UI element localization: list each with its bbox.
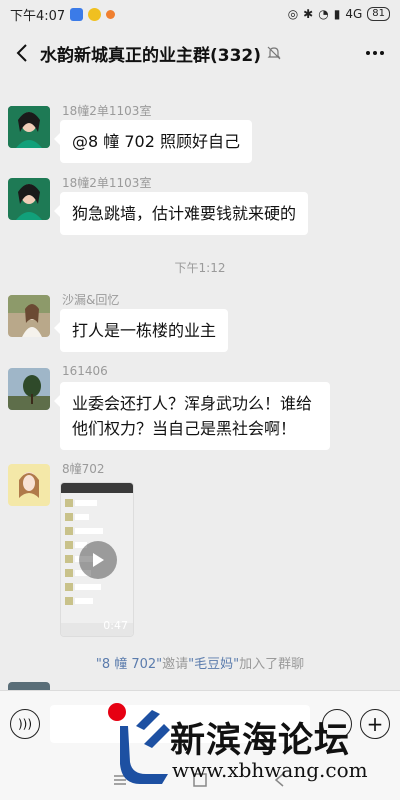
- site-watermark: 新滨海论坛 www.xbhwang.com: [100, 700, 400, 790]
- avatar[interactable]: [8, 464, 50, 506]
- avatar[interactable]: [8, 295, 50, 337]
- avatar-photo: [8, 106, 50, 148]
- avatar-photo: [8, 464, 50, 506]
- avatar[interactable]: [8, 106, 50, 148]
- voice-icon: ))): [17, 717, 33, 731]
- invitee-link[interactable]: "毛豆妈": [188, 657, 239, 672]
- qq-icon: [88, 7, 102, 21]
- chevron-left-icon: [16, 44, 27, 62]
- chat-header: 水韵新城真正的业主群(332): [0, 28, 400, 78]
- status-bar: 下午4:07 ◎ ✱ ◔ ▮ 4G 81: [0, 0, 400, 28]
- mute-icon: [267, 46, 281, 60]
- message-bubble[interactable]: 打人是一栋楼的业主: [53, 309, 229, 352]
- watermark-site-name: 新滨海论坛: [170, 721, 351, 761]
- avatar-photo: [8, 295, 50, 337]
- app-notification-icon: [70, 7, 84, 21]
- avatar[interactable]: [8, 368, 50, 410]
- video-message[interactable]: 0:47: [60, 482, 134, 637]
- status-time: 下午4:07: [10, 8, 66, 24]
- watermark-logo-icon: [108, 703, 170, 784]
- more-icon: [366, 51, 384, 55]
- avatar-photo: [8, 368, 50, 410]
- hotspot-icon: ◎: [287, 7, 299, 21]
- chat-message-list[interactable]: 18幢2单1103室 @8 幢 702 照顾好自己 18幢2单1103室 狗急跳…: [0, 78, 400, 690]
- sender-name: 161406: [62, 364, 108, 378]
- sender-name: 18幢2单1103室: [62, 176, 152, 190]
- network-type: 4G: [345, 7, 363, 21]
- play-button[interactable]: [79, 541, 117, 579]
- video-duration: 0:47: [103, 619, 128, 632]
- alarm-icon: ◔: [318, 7, 329, 21]
- weibo-icon: [106, 9, 116, 19]
- sender-name: 沙漏&回忆: [62, 293, 120, 307]
- sender-name: 18幢2单1103室: [62, 104, 152, 118]
- back-button[interactable]: [10, 41, 34, 65]
- message-bubble[interactable]: @8 幢 702 照顾好自己: [54, 120, 252, 163]
- play-icon: [93, 553, 104, 567]
- join-action: 加入了群聊: [239, 657, 305, 672]
- system-notice: "8 幢 702"邀请"毛豆妈"加入了群聊: [0, 653, 400, 672]
- bluetooth-icon: ✱: [303, 7, 314, 21]
- message-bubble[interactable]: 狗急跳墙，估计难要钱就来硬的: [53, 192, 309, 235]
- message-bubble[interactable]: 业委会还打人？浑身武功么！谁给他们权力？当自己是黑社会啊！: [54, 382, 330, 450]
- more-options-button[interactable]: [360, 38, 390, 68]
- battery-icon: 81: [367, 7, 390, 21]
- watermark-url: www.xbhwang.com: [172, 758, 368, 782]
- voice-input-button[interactable]: ))): [10, 709, 40, 739]
- time-separator: 下午1:12: [174, 261, 226, 275]
- sender-name: 8幢702: [62, 462, 105, 476]
- inviter-link[interactable]: "8 幢 702": [96, 657, 162, 672]
- chat-title: 水韵新城真正的业主群(332): [40, 45, 262, 66]
- avatar-photo: [8, 178, 50, 220]
- signal-icon: ▮: [333, 7, 341, 21]
- avatar[interactable]: [8, 682, 50, 690]
- invite-verb: 邀请: [162, 657, 189, 672]
- avatar[interactable]: [8, 178, 50, 220]
